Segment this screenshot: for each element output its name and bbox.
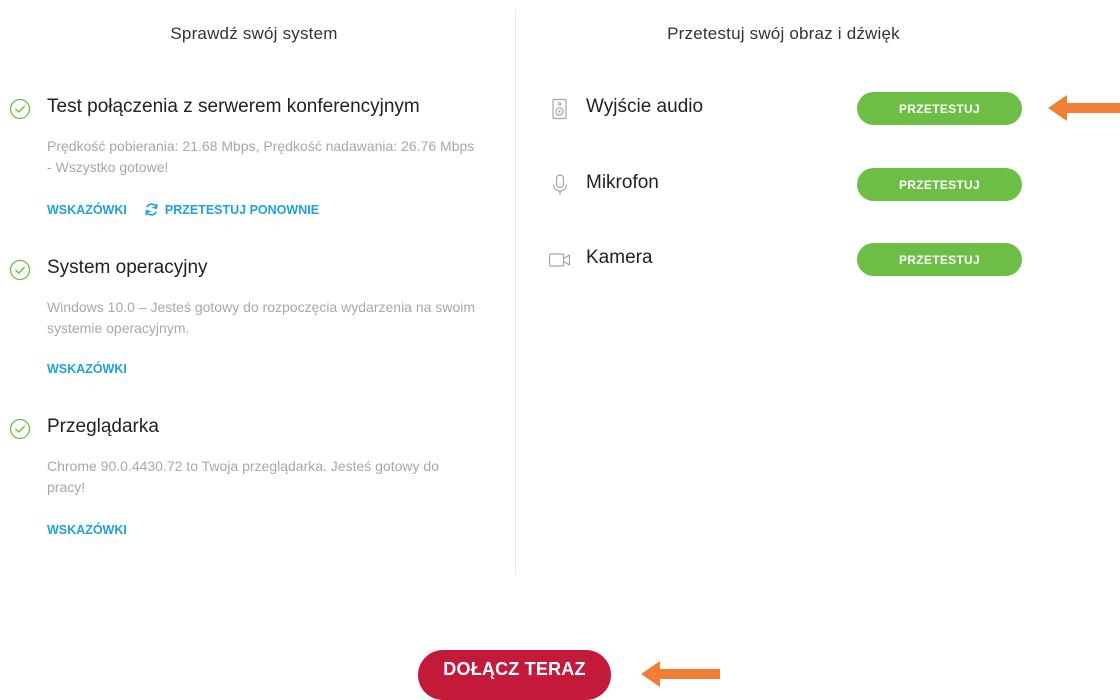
check-title: Test połączenia z serwerem konferencyjny… (47, 96, 420, 117)
check-circle-icon (9, 418, 31, 440)
check-title: System operacyjny (47, 257, 208, 278)
refresh-icon (145, 203, 158, 216)
check-description: Prędkość pobierania: 21.68 Mbps, Prędkoś… (47, 138, 475, 175)
annotation-arrow-icon (641, 661, 720, 687)
join-now-button[interactable]: DOŁĄCZ TERAZ (418, 650, 611, 700)
device-row-microphone: Mikrofon PRZETESTUJ (548, 168, 1028, 202)
tips-link[interactable]: WSKAZÓWKI (47, 203, 127, 217)
test-microphone-button[interactable]: PRZETESTUJ (857, 168, 1022, 201)
tips-link[interactable]: WSKAZÓWKI (47, 523, 127, 537)
tips-link[interactable]: WSKAZÓWKI (47, 362, 127, 376)
device-row-camera: Kamera PRZETESTUJ (548, 243, 1028, 277)
speaker-icon (552, 98, 567, 120)
camera-icon (548, 253, 571, 267)
microphone-icon (552, 174, 568, 195)
av-test-title: Przetestuj swój obraz i dźwięk (667, 24, 900, 43)
device-row-audio-output: Wyjście audio PRZETESTUJ (548, 92, 1028, 126)
check-description: Windows 10.0 – Jesteś gotowy do rozpoczę… (47, 299, 475, 336)
retest-label: PRZETESTUJ PONOWNIE (164, 202, 320, 217)
check-circle-icon (9, 259, 31, 281)
annotation-arrow-icon (1048, 95, 1120, 121)
check-circle-icon (9, 98, 31, 120)
test-camera-button[interactable]: PRZETESTUJ (857, 243, 1022, 276)
system-check-title: Sprawdź swój system (170, 24, 338, 43)
check-links: WSKAZÓWKI (47, 362, 127, 376)
check-links: WSKAZÓWKI PRZETESTUJ PONOWNIE (47, 202, 319, 217)
device-label: Wyjście audio (586, 96, 704, 117)
check-links: WSKAZÓWKI (47, 523, 127, 537)
device-label: Kamera (586, 247, 653, 268)
check-description: Chrome 90.0.4430.72 to Twoja przeglądark… (47, 458, 439, 495)
device-label: Mikrofon (586, 172, 659, 193)
retest-link[interactable]: PRZETESTUJ PONOWNIE (144, 202, 319, 217)
check-title: Przeglądarka (47, 416, 159, 437)
test-audio-output-button[interactable]: PRZETESTUJ (857, 92, 1022, 125)
panel-divider (515, 10, 516, 575)
